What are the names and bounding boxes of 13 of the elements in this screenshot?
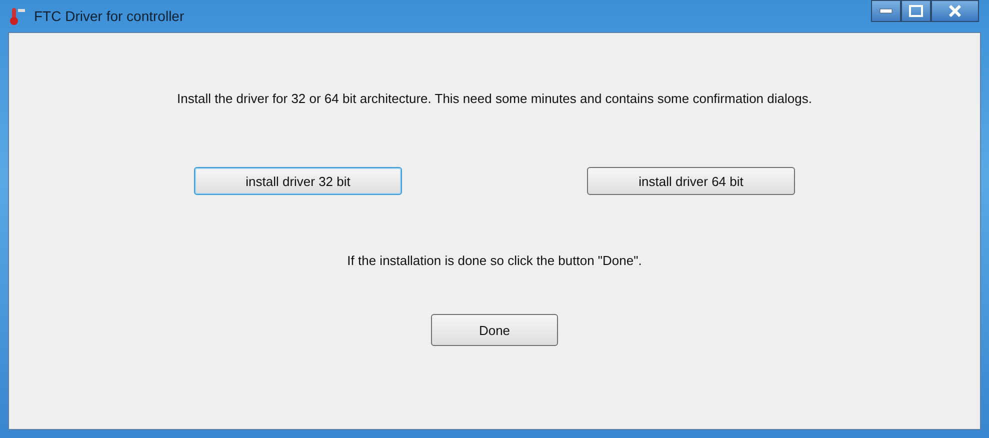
instruction-text: Install the driver for 32 or 64 bit architecture. This need some minutes and contains some confirmation dialogs.: [177, 91, 812, 106]
maximize-icon: [909, 5, 923, 17]
minimize-button[interactable]: [871, 0, 901, 22]
done-button[interactable]: Done: [431, 314, 558, 346]
close-icon: [948, 5, 962, 17]
hint-text: If the installation is done so click the button "Done".: [347, 253, 642, 268]
install-button[interactable]: install driver 64 bit: [587, 167, 795, 195]
close-button[interactable]: [931, 0, 979, 22]
install-button[interactable]: install driver 32 bit: [194, 167, 402, 195]
window-title: FTC Driver for controller: [34, 8, 184, 24]
maximize-button[interactable]: [901, 0, 931, 22]
minimize-icon: [879, 8, 893, 14]
thermometer-icon: [8, 6, 26, 26]
